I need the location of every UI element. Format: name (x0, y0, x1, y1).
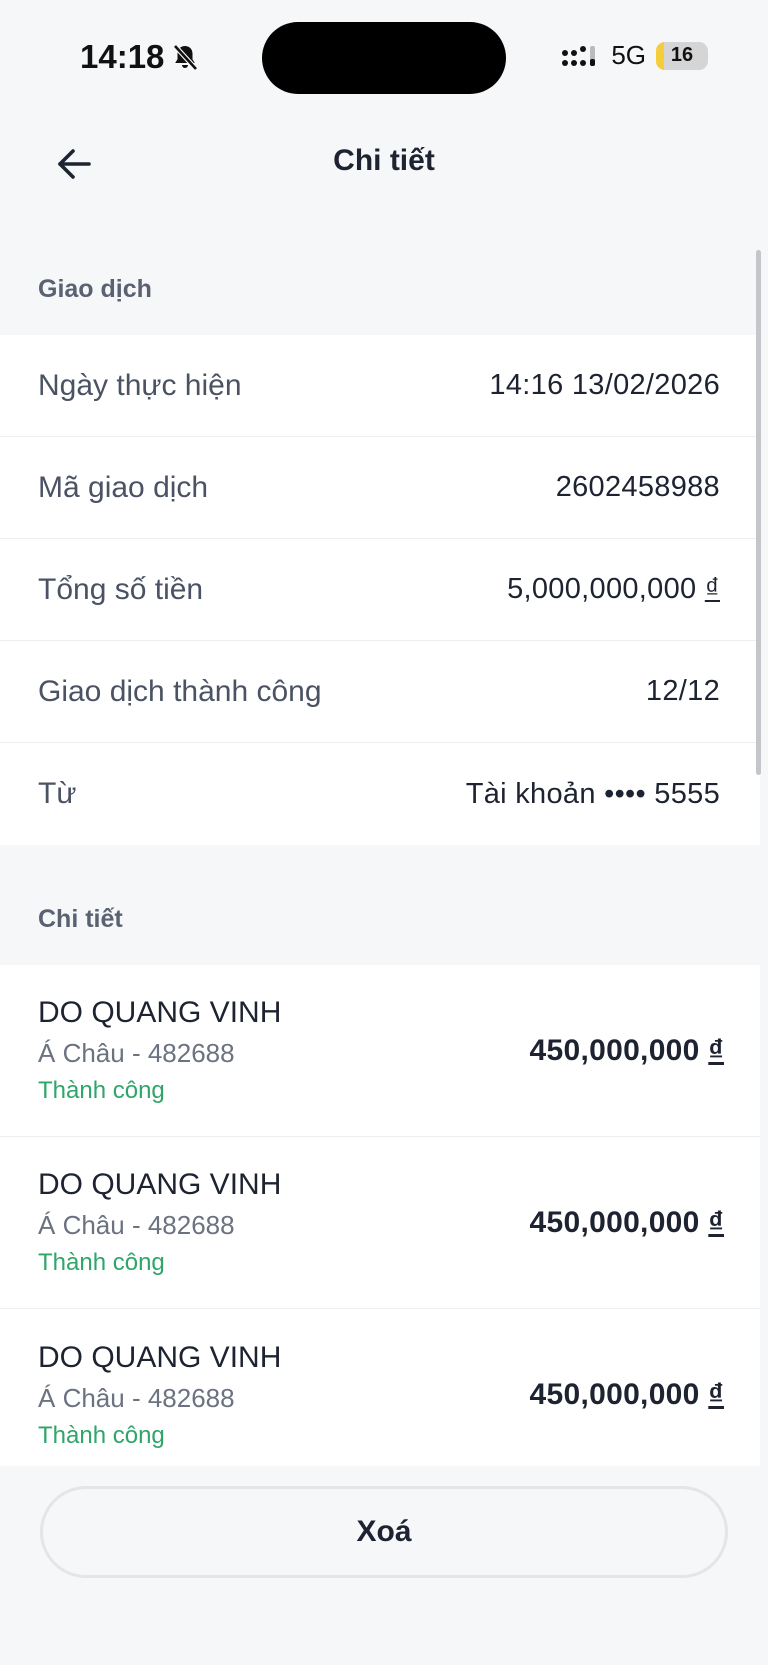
recipient-bank: Á Châu - 482688 (38, 1038, 235, 1068)
battery-level: 16 (670, 44, 694, 66)
currency-symbol: ₫ (708, 1205, 724, 1239)
status-indicators: 5G 16 (561, 40, 708, 71)
section-heading-detail: Chi tiết (38, 905, 123, 933)
info-label: Tổng số tiền (38, 572, 204, 606)
info-label: Giao dịch thành công (38, 674, 322, 708)
info-value: 14:16 13/02/2026 (489, 369, 720, 401)
bottom-bar: Xoá (0, 1466, 768, 1665)
transaction-info-card: Ngày thực hiện 14:16 13/02/2026 Mã giao … (0, 335, 760, 845)
recipient-name: DO QUANG VINH (38, 1168, 282, 1201)
info-label: Ngày thực hiện (38, 368, 242, 402)
list-item-info: DO QUANG VINH Á Châu - 482688 Thành công (38, 1341, 281, 1450)
dynamic-island (262, 22, 506, 94)
info-value: 2602458988 (555, 471, 720, 503)
status-time: 14:18 (80, 38, 165, 75)
recipient-name: DO QUANG VINH (38, 996, 282, 1029)
info-value: Tài khoản •••• 5555 (465, 777, 720, 810)
header: Chi tiết (0, 120, 768, 210)
info-label: Từ (38, 777, 77, 810)
list-item-info: DO QUANG VINH Á Châu - 482688 Thành công (38, 1168, 281, 1277)
info-row-total-amount: Tổng số tiền 5,000,000,000 ₫ (0, 539, 760, 641)
status-time-group: 14:18 (80, 38, 200, 76)
signal-icon (561, 43, 601, 69)
recipient-bank: Á Châu - 482688 (38, 1382, 235, 1413)
recipient-bank: Á Châu - 482688 (38, 1210, 235, 1240)
info-row-transaction-id: Mã giao dịch 2602458988 (0, 437, 760, 539)
section-heading-transaction: Giao dịch (38, 275, 152, 303)
list-item-info: DO QUANG VINH Á Châu - 482688 Thành công (38, 996, 281, 1105)
list-item[interactable]: DO QUANG VINH Á Châu - 482688 Thành công… (0, 1137, 760, 1309)
status-text: Thành công (38, 1421, 165, 1449)
info-value: 12/12 (645, 675, 720, 707)
info-label: Mã giao dịch (38, 470, 209, 504)
list-item[interactable]: DO QUANG VINH Á Châu - 482688 Thành công… (0, 965, 760, 1137)
amount-number: 450,000,000 (529, 1378, 700, 1411)
info-value-amount: 5,000,000,000 ₫ (507, 573, 720, 606)
info-row-source-account: Từ Tài khoản •••• 5555 (0, 743, 760, 845)
item-amount: 450,000,000 ₫ (530, 1034, 724, 1068)
delete-button[interactable]: Xoá (40, 1486, 728, 1578)
recipient-name: DO QUANG VINH (38, 1340, 282, 1374)
status-text: Thành công (38, 1249, 165, 1276)
battery-icon: 16 (656, 41, 708, 70)
info-row-date: Ngày thực hiện 14:16 13/02/2026 (0, 335, 760, 437)
list-item[interactable]: DO QUANG VINH Á Châu - 482688 Thành công… (0, 1309, 760, 1481)
amount-number: 450,000,000 (529, 1033, 700, 1067)
status-bar: 14:18 5G 16 (0, 0, 768, 110)
page-title: Chi tiết (333, 144, 435, 177)
scrollbar[interactable] (756, 250, 761, 775)
item-amount: 450,000,000 ₫ (530, 1206, 724, 1240)
status-text: Thành công (38, 1077, 165, 1104)
network-label: 5G (611, 40, 646, 70)
detail-list: DO QUANG VINH Á Châu - 482688 Thành công… (0, 965, 760, 1481)
amount-number: 5,000,000,000 (507, 573, 697, 605)
currency-symbol: ₫ (704, 573, 720, 605)
item-amount: 450,000,000 ₫ (530, 1378, 724, 1412)
info-row-success-count: Giao dịch thành công 12/12 (0, 641, 760, 743)
currency-symbol: ₫ (708, 1033, 724, 1067)
screen: 14:18 5G 16 Chi tiết Giao dịch Ngày thực… (0, 0, 768, 1665)
currency-symbol: ₫ (708, 1378, 724, 1411)
amount-number: 450,000,000 (529, 1205, 700, 1239)
bell-muted-icon (170, 42, 200, 72)
